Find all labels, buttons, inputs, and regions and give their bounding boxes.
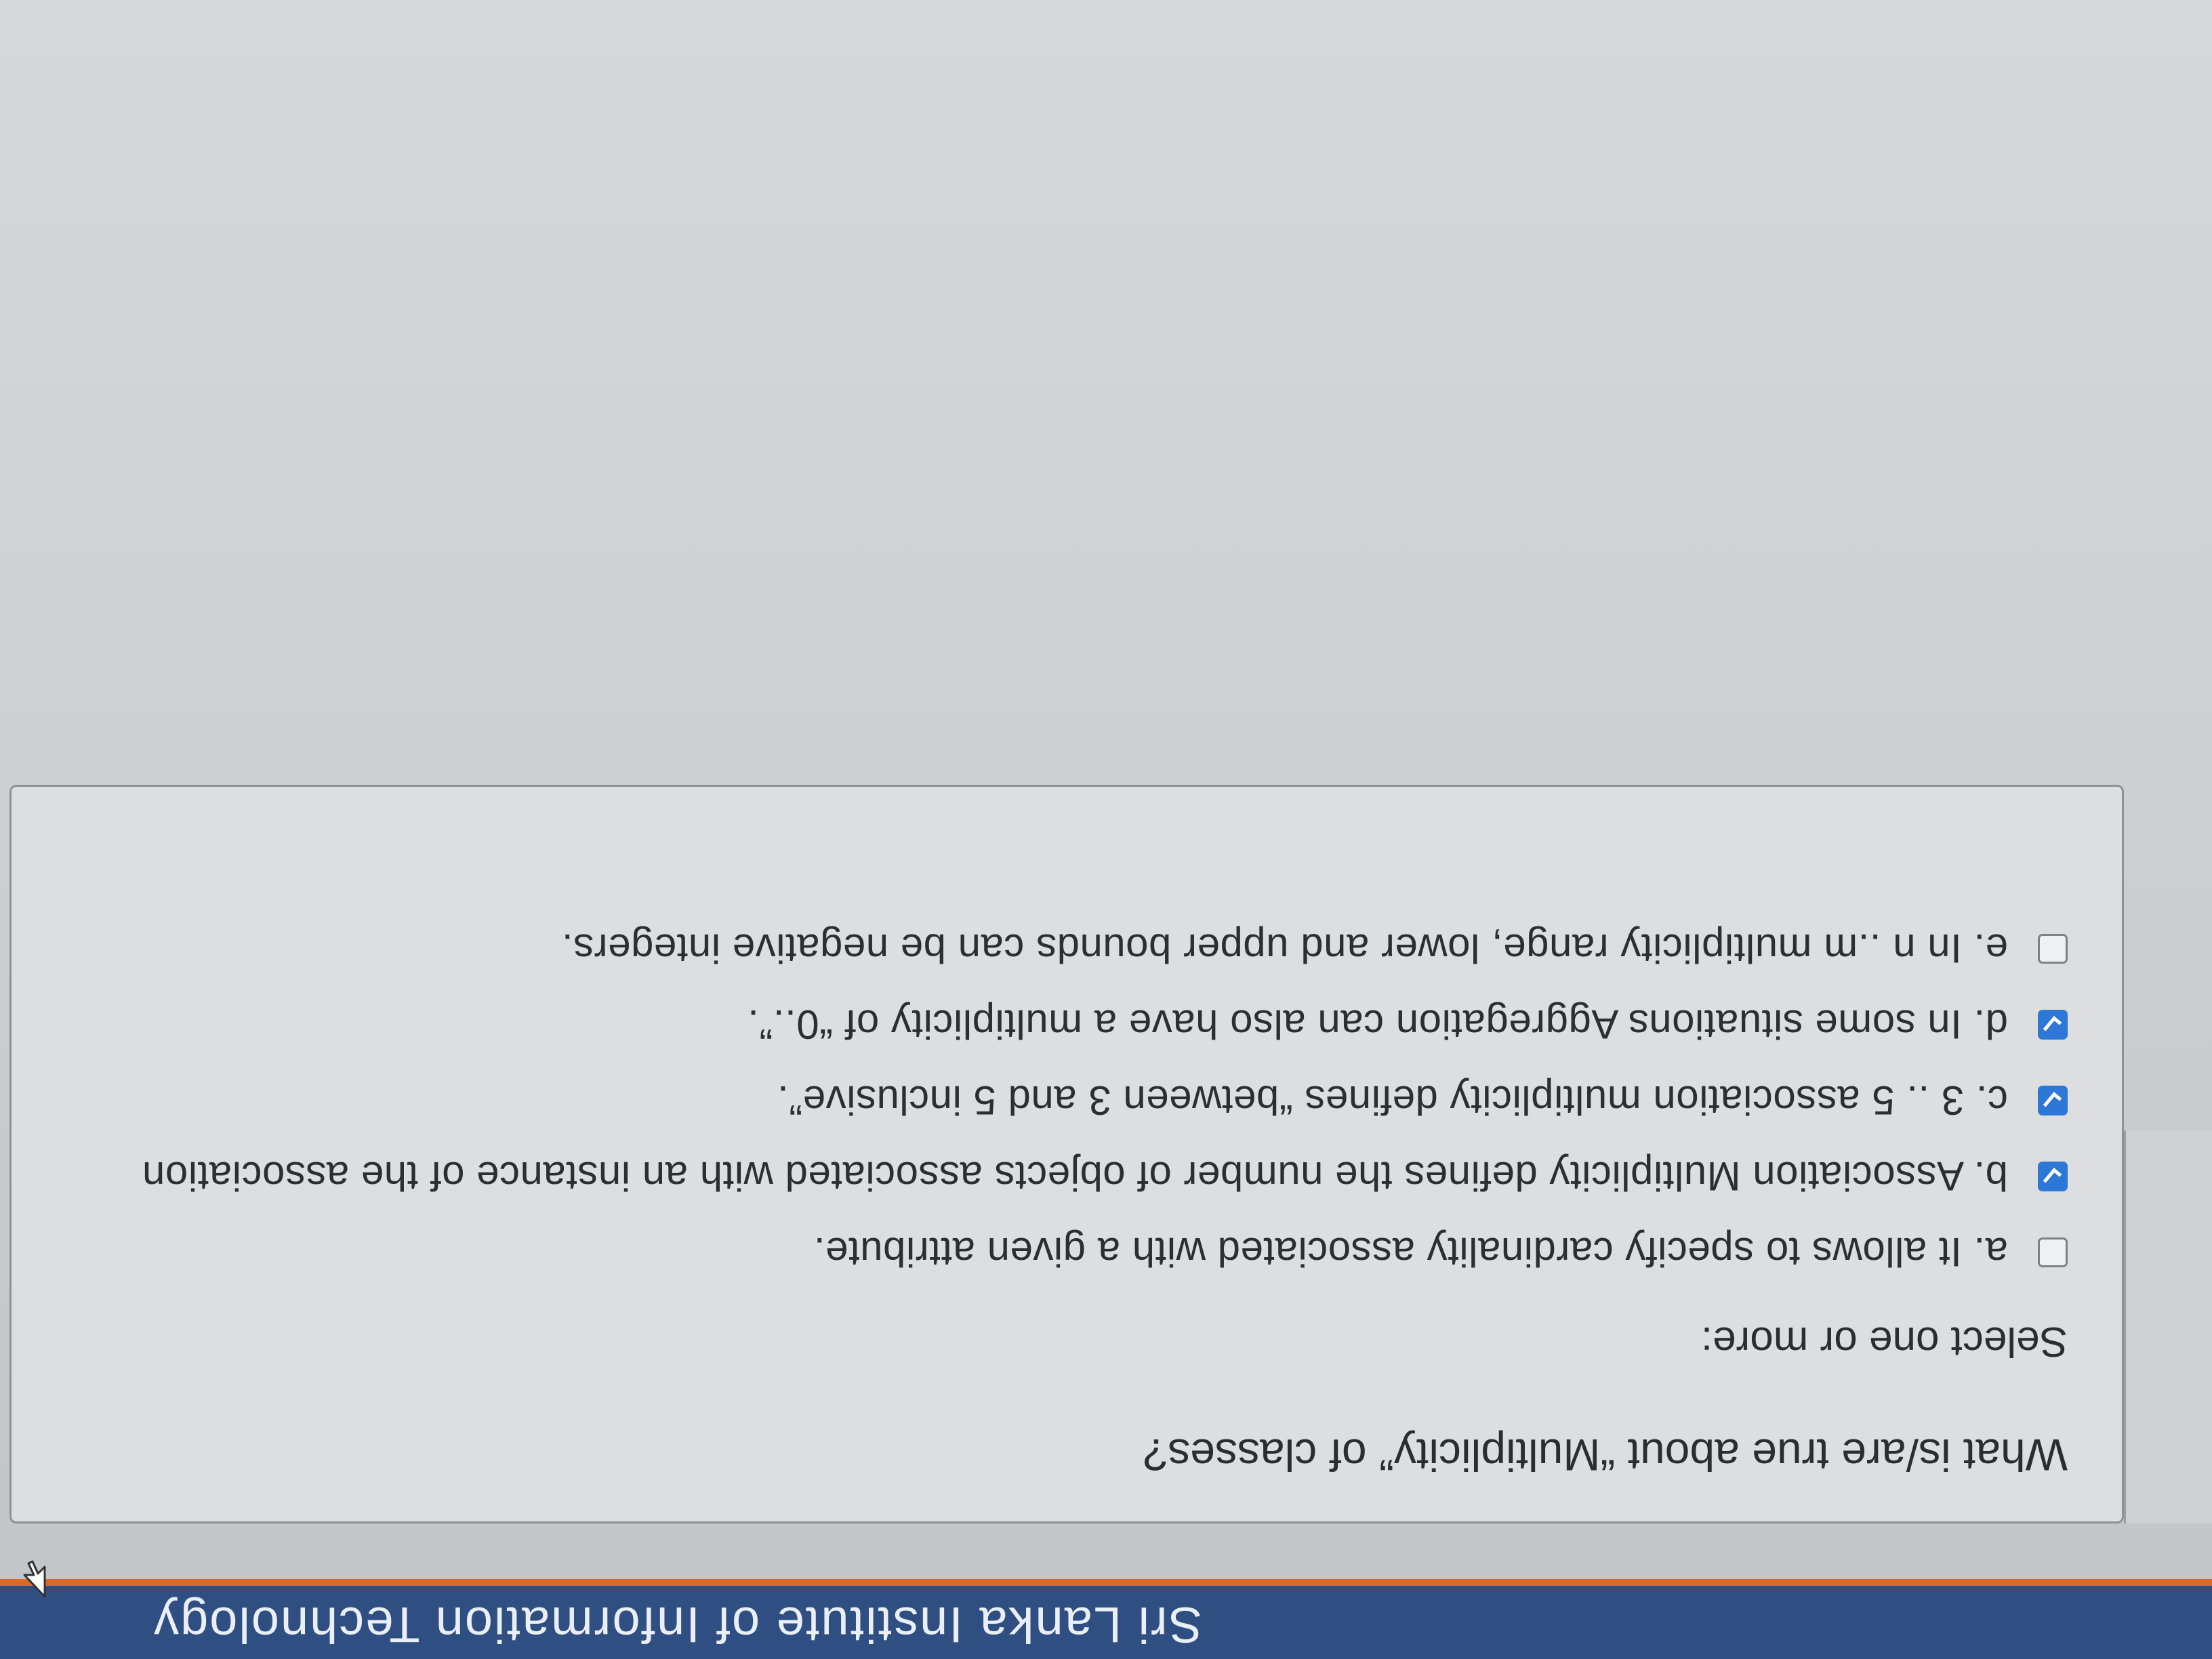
checkbox-unchecked-icon[interactable]: [2038, 934, 2068, 964]
option-a-label[interactable]: a. It allows to specify cardinality asso…: [813, 1229, 2008, 1276]
option-d-label[interactable]: d. In some situations Aggregation can al…: [747, 1002, 2008, 1048]
question-text: What is/are true about “Multiplicity” of…: [1143, 1430, 2068, 1480]
checkbox-checked-icon[interactable]: [2038, 1086, 2068, 1115]
select-prompt: Select one or more:: [1700, 1318, 2068, 1365]
screen: Sri Lanka Institute of Information Techn…: [0, 0, 2212, 1659]
site-header: Sri Lanka Institute of Information Techn…: [0, 1579, 2212, 1659]
photo-of-screen: Sri Lanka Institute of Information Techn…: [0, 0, 2212, 1659]
site-title: Sri Lanka Institute of Information Techn…: [152, 1597, 1202, 1653]
option-e-label[interactable]: e. In n ..m multiplicity range, lower an…: [561, 926, 2008, 972]
option-a[interactable]: a. It allows to specify cardinality asso…: [62, 1214, 2068, 1290]
option-d[interactable]: d. In some situations Aggregation can al…: [62, 987, 2068, 1063]
option-c-label[interactable]: c. 3 .. 5 association multiplicity defin…: [777, 1078, 2008, 1124]
checkbox-checked-icon[interactable]: [2038, 1010, 2068, 1040]
side-panel: [2124, 1130, 2212, 1523]
mouse-pointer-icon: [23, 1560, 46, 1598]
checkbox-unchecked-icon[interactable]: [2038, 1237, 2068, 1267]
answer-block: Select one or more: a. It allows to spec…: [62, 911, 2068, 1366]
question-card: What is/are true about “Multiplicity” of…: [9, 785, 2124, 1523]
option-e[interactable]: e. In n ..m multiplicity range, lower an…: [62, 911, 2068, 987]
checkbox-checked-icon[interactable]: [2038, 1162, 2068, 1191]
option-b[interactable]: b. Association Multiplicity defines the …: [62, 1139, 2068, 1214]
option-b-label[interactable]: b. Association Multiplicity defines the …: [142, 1153, 2009, 1200]
option-c[interactable]: c. 3 .. 5 association multiplicity defin…: [62, 1063, 2068, 1139]
